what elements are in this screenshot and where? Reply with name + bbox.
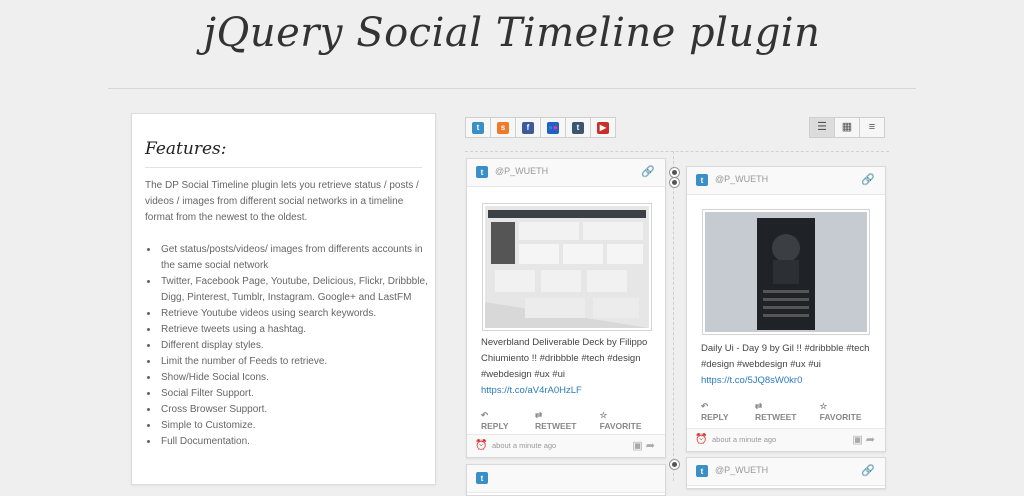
- flickr-icon: ● ●: [547, 121, 559, 134]
- post-text: Daily Ui - Day 9 by Gil !! #dribbble #te…: [701, 341, 876, 389]
- retweet-label: RETWEET: [534, 421, 577, 431]
- star-icon: ☆: [819, 401, 828, 411]
- post-time: about a minute ago: [492, 441, 557, 450]
- list-item: Show/Hide Social Icons.: [159, 370, 439, 386]
- filter-tumblr-button[interactable]: t: [565, 117, 591, 138]
- grid-icon: ▦: [841, 121, 853, 133]
- grid-view-button[interactable]: ▦: [834, 117, 860, 138]
- share-icons[interactable]: ▣ ➦: [632, 439, 655, 452]
- timeline-icon: ☰: [817, 121, 827, 133]
- list-item: Retrieve tweets using a hashtag.: [159, 322, 439, 338]
- facebook-icon: f: [522, 121, 534, 134]
- timeline-marker: [669, 459, 680, 470]
- permalink-icon[interactable]: 🔗: [861, 173, 875, 186]
- twitter-icon: t: [472, 121, 484, 134]
- timeline-view-button[interactable]: ☰: [809, 117, 835, 138]
- twitter-icon: t: [476, 166, 488, 178]
- list-view-button[interactable]: ≡: [859, 117, 885, 138]
- post-time: about a minute ago: [712, 435, 777, 444]
- deck-screenshot-image: [485, 206, 649, 328]
- post-footer: ⏰ about a minute ago ▣ ➦: [467, 434, 665, 457]
- post-actions: ↶ REPLY ⇄ RETWEET ☆ FAVORITE: [481, 410, 665, 431]
- filter-facebook-button[interactable]: f: [515, 117, 541, 138]
- star-icon: ☆: [599, 410, 608, 420]
- tumblr-icon: t: [572, 121, 584, 134]
- filter-flickr-button[interactable]: ● ●: [540, 117, 566, 138]
- timeline-post: t: [466, 464, 666, 496]
- filter-twitter-button[interactable]: t: [465, 117, 491, 138]
- daily-ui-image: [705, 212, 867, 332]
- favorite-label: FAVORITE: [819, 412, 862, 422]
- header-divider: [108, 88, 916, 89]
- timeline-top-line: [465, 151, 889, 152]
- reply-button[interactable]: ↶ REPLY: [701, 401, 745, 422]
- list-item: Cross Browser Support.: [159, 402, 439, 418]
- clock-icon: ⏰: [475, 440, 488, 451]
- features-intro: The DP Social Timeline plugin lets you r…: [145, 180, 419, 223]
- reply-label: REPLY: [701, 412, 729, 422]
- post-header: t @P_WUETH 🔗: [467, 159, 665, 187]
- timeline-axis: [673, 151, 674, 481]
- view-switcher: ☰ ▦ ≡: [809, 117, 885, 138]
- favorite-button[interactable]: ☆ FAVORITE: [600, 410, 655, 431]
- features-heading: Features:: [145, 139, 227, 159]
- features-panel: Features: The DP Social Timeline plugin …: [131, 113, 436, 485]
- reply-label: REPLY: [481, 421, 509, 431]
- permalink-icon[interactable]: 🔗: [861, 464, 875, 477]
- reply-button[interactable]: ↶ REPLY: [481, 410, 525, 431]
- post-footer: ⏰ about a minute ago ▣ ➦: [687, 428, 885, 451]
- timeline-post: t @P_WUETH 🔗 Neverbland Deliverable Deck…: [466, 158, 666, 458]
- retweet-label: RETWEET: [754, 412, 797, 422]
- list-item: Social Filter Support.: [159, 386, 439, 402]
- post-link[interactable]: https://t.co/5JQ8sW0kr0: [701, 375, 802, 386]
- post-actions: ↶ REPLY ⇄ RETWEET ☆ FAVORITE: [701, 401, 885, 422]
- twitter-icon: t: [476, 472, 488, 484]
- post-image[interactable]: [702, 209, 870, 335]
- retweet-button[interactable]: ⇄ RETWEET: [535, 410, 590, 431]
- post-link[interactable]: https://t.co/aV4rA0HzLF: [481, 385, 582, 396]
- list-item: Get status/posts/videos/ images from dif…: [159, 242, 439, 274]
- post-header: t: [467, 465, 665, 493]
- reply-icon: ↶: [701, 401, 709, 411]
- features-list: Get status/posts/videos/ images from dif…: [145, 242, 439, 450]
- reply-icon: ↶: [481, 410, 489, 420]
- post-username[interactable]: @P_WUETH: [715, 465, 768, 475]
- post-username[interactable]: @P_WUETH: [495, 166, 548, 176]
- post-body: Neverbland Deliverable Deck by Filippo C…: [481, 337, 648, 380]
- page-title: jQuery Social Timeline plugin: [203, 10, 821, 56]
- retweet-icon: ⇄: [754, 401, 763, 411]
- clock-icon: ⏰: [695, 434, 708, 445]
- retweet-button[interactable]: ⇄ RETWEET: [755, 401, 810, 422]
- list-item: Full Documentation.: [159, 434, 439, 450]
- favorite-label: FAVORITE: [599, 421, 642, 431]
- timeline-marker: [669, 177, 680, 188]
- post-header: t @P_WUETH 🔗: [687, 458, 885, 486]
- share-icons[interactable]: ▣ ➦: [852, 433, 875, 446]
- list-item: Twitter, Facebook Page, Youtube, Delicio…: [159, 274, 439, 306]
- post-body: Daily Ui - Day 9 by Gil !! #dribbble #te…: [701, 343, 870, 370]
- permalink-icon[interactable]: 🔗: [641, 165, 655, 178]
- twitter-icon: t: [696, 174, 708, 186]
- post-image[interactable]: [482, 203, 652, 331]
- youtube-icon: ▶: [597, 121, 609, 134]
- favorite-button[interactable]: ☆ FAVORITE: [820, 401, 875, 422]
- list-item: Retrieve Youtube videos using search key…: [159, 306, 439, 322]
- post-username[interactable]: @P_WUETH: [715, 174, 768, 184]
- post-text: Neverbland Deliverable Deck by Filippo C…: [481, 335, 656, 399]
- features-divider: [145, 167, 422, 168]
- filter-soundcloud-button[interactable]: s: [490, 117, 516, 138]
- retweet-icon: ⇄: [534, 410, 543, 420]
- timeline-post: t @P_WUETH 🔗 Daily Ui - Day 9 by Gil !! …: [686, 166, 886, 452]
- list-item: Different display styles.: [159, 338, 439, 354]
- timeline-post: t @P_WUETH 🔗: [686, 457, 886, 489]
- filter-youtube-button[interactable]: ▶: [590, 117, 616, 138]
- post-header: t @P_WUETH 🔗: [687, 167, 885, 195]
- soundcloud-icon: s: [497, 121, 509, 134]
- list-item: Simple to Customize.: [159, 418, 439, 434]
- twitter-icon: t: [696, 465, 708, 477]
- list-icon: ≡: [868, 121, 876, 133]
- social-filter-bar: t s f ● ● t ▶: [465, 117, 616, 138]
- list-item: Limit the number of Feeds to retrieve.: [159, 354, 439, 370]
